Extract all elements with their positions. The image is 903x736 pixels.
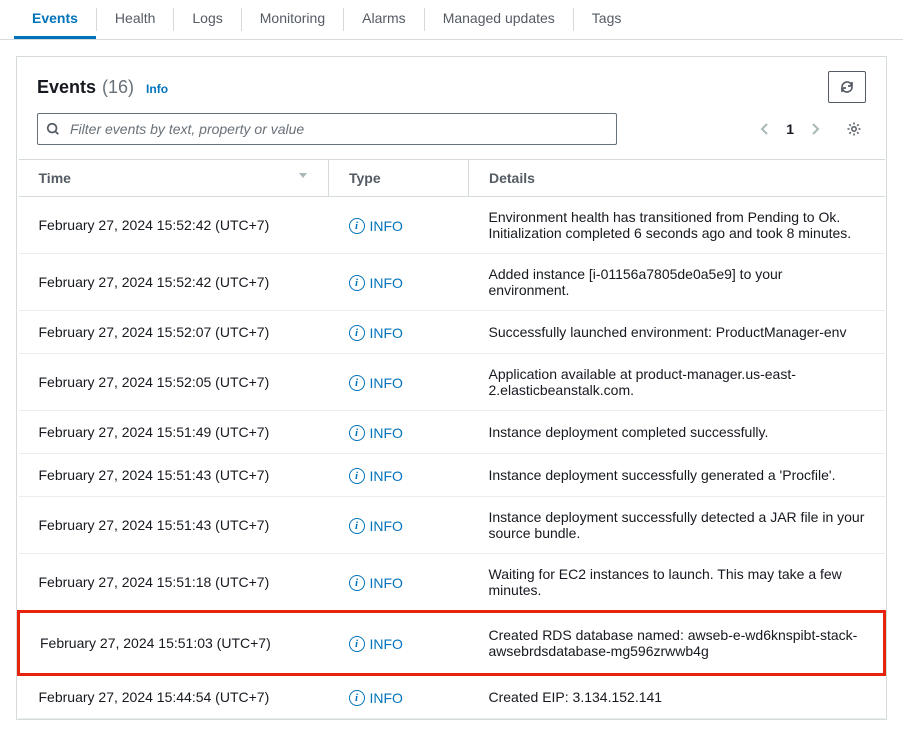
table-row: February 27, 2024 15:51:43 (UTC+7) i INFO I… [19, 497, 885, 554]
column-header-details[interactable]: Details [469, 160, 885, 197]
tabs-bar: Events Health Logs Monitoring Alarms Man… [0, 0, 903, 40]
panel-count: (16) [102, 77, 134, 98]
column-header-time[interactable]: Time [19, 160, 329, 197]
event-type-label: INFO [370, 375, 403, 391]
table-row: February 27, 2024 15:52:05 (UTC+7) i INFO A… [19, 354, 885, 411]
event-type[interactable]: i INFO [329, 497, 469, 554]
tab-health[interactable]: Health [97, 0, 173, 39]
info-icon: i [349, 425, 365, 441]
table-row: February 27, 2024 15:51:03 (UTC+7) i INFO C… [19, 612, 885, 675]
event-type[interactable]: i INFO [329, 354, 469, 411]
tab-managed-updates[interactable]: Managed updates [425, 0, 573, 39]
event-details: Added instance [i-01156a7805de0a5e9] to … [469, 254, 885, 311]
event-type[interactable]: i INFO [329, 554, 469, 612]
event-type[interactable]: i INFO [329, 254, 469, 311]
info-icon: i [349, 218, 365, 234]
event-time: February 27, 2024 15:51:49 (UTC+7) [19, 411, 329, 454]
prev-page-button[interactable] [756, 118, 774, 140]
refresh-icon [839, 79, 855, 95]
event-details: Instance deployment successfully generat… [469, 454, 885, 497]
event-details: Successfully launched environment: Produ… [469, 311, 885, 354]
event-time: February 27, 2024 15:51:43 (UTC+7) [19, 497, 329, 554]
info-icon: i [349, 275, 365, 291]
search-icon [46, 122, 60, 136]
event-type[interactable]: i INFO [329, 197, 469, 254]
event-type-label: INFO [370, 218, 403, 234]
info-icon: i [349, 690, 365, 706]
event-time: February 27, 2024 15:51:43 (UTC+7) [19, 454, 329, 497]
table-row: February 27, 2024 15:51:18 (UTC+7) i INFO W… [19, 554, 885, 612]
tab-tags[interactable]: Tags [574, 0, 640, 39]
event-type-label: INFO [370, 575, 403, 591]
info-icon: i [349, 636, 365, 652]
event-type[interactable]: i INFO [329, 411, 469, 454]
page-number: 1 [786, 121, 794, 137]
sort-icon [298, 170, 308, 180]
info-icon: i [349, 375, 365, 391]
event-type-label: INFO [370, 518, 403, 534]
event-details: Application available at product-manager… [469, 354, 885, 411]
event-time: February 27, 2024 15:52:42 (UTC+7) [19, 254, 329, 311]
info-icon: i [349, 518, 365, 534]
info-icon: i [349, 468, 365, 484]
tab-logs[interactable]: Logs [174, 0, 240, 39]
event-details: Environment health has transitioned from… [469, 197, 885, 254]
tab-events[interactable]: Events [14, 0, 96, 39]
table-row: February 27, 2024 15:52:42 (UTC+7) i INFO A… [19, 254, 885, 311]
event-type[interactable]: i INFO [329, 675, 469, 719]
info-icon: i [349, 325, 365, 341]
table-row: February 27, 2024 15:51:43 (UTC+7) i INFO I… [19, 454, 885, 497]
event-type[interactable]: i INFO [329, 454, 469, 497]
event-type[interactable]: i INFO [329, 612, 469, 675]
filter-input[interactable] [37, 113, 617, 145]
info-icon: i [349, 575, 365, 591]
events-panel: Events (16) Info 1 [16, 56, 887, 720]
event-time: February 27, 2024 15:51:03 (UTC+7) [19, 612, 329, 675]
table-row: February 27, 2024 15:52:42 (UTC+7) i INFO E… [19, 197, 885, 254]
event-time: February 27, 2024 15:52:42 (UTC+7) [19, 197, 329, 254]
event-type-label: INFO [370, 425, 403, 441]
settings-button[interactable] [842, 117, 866, 141]
event-details: Waiting for EC2 instances to launch. Thi… [469, 554, 885, 612]
table-row: February 27, 2024 15:44:54 (UTC+7) i INFO C… [19, 675, 885, 719]
event-type-label: INFO [370, 690, 403, 706]
event-details: Instance deployment completed successful… [469, 411, 885, 454]
next-page-button[interactable] [806, 118, 824, 140]
event-type-label: INFO [370, 325, 403, 341]
event-time: February 27, 2024 15:52:07 (UTC+7) [19, 311, 329, 354]
table-row: February 27, 2024 15:52:07 (UTC+7) i INFO S… [19, 311, 885, 354]
pagination: 1 [756, 117, 866, 141]
panel-title: Events [37, 77, 96, 98]
tab-monitoring[interactable]: Monitoring [242, 0, 343, 39]
event-details: Instance deployment successfully detecte… [469, 497, 885, 554]
event-time: February 27, 2024 15:52:05 (UTC+7) [19, 354, 329, 411]
column-header-type[interactable]: Type [329, 160, 469, 197]
tab-alarms[interactable]: Alarms [344, 0, 424, 39]
event-type[interactable]: i INFO [329, 311, 469, 354]
refresh-button[interactable] [828, 71, 866, 103]
event-type-label: INFO [370, 275, 403, 291]
event-type-label: INFO [370, 468, 403, 484]
table-row: February 27, 2024 15:51:49 (UTC+7) i INFO I… [19, 411, 885, 454]
event-time: February 27, 2024 15:51:18 (UTC+7) [19, 554, 329, 612]
event-details: Created EIP: 3.134.152.141 [469, 675, 885, 719]
events-table: Time Type Details February 27, 2024 15:5… [17, 159, 886, 719]
info-link[interactable]: Info [146, 82, 168, 96]
event-details: Created RDS database named: awseb-e-wd6k… [469, 612, 885, 675]
event-type-label: INFO [370, 636, 403, 652]
event-time: February 27, 2024 15:44:54 (UTC+7) [19, 675, 329, 719]
